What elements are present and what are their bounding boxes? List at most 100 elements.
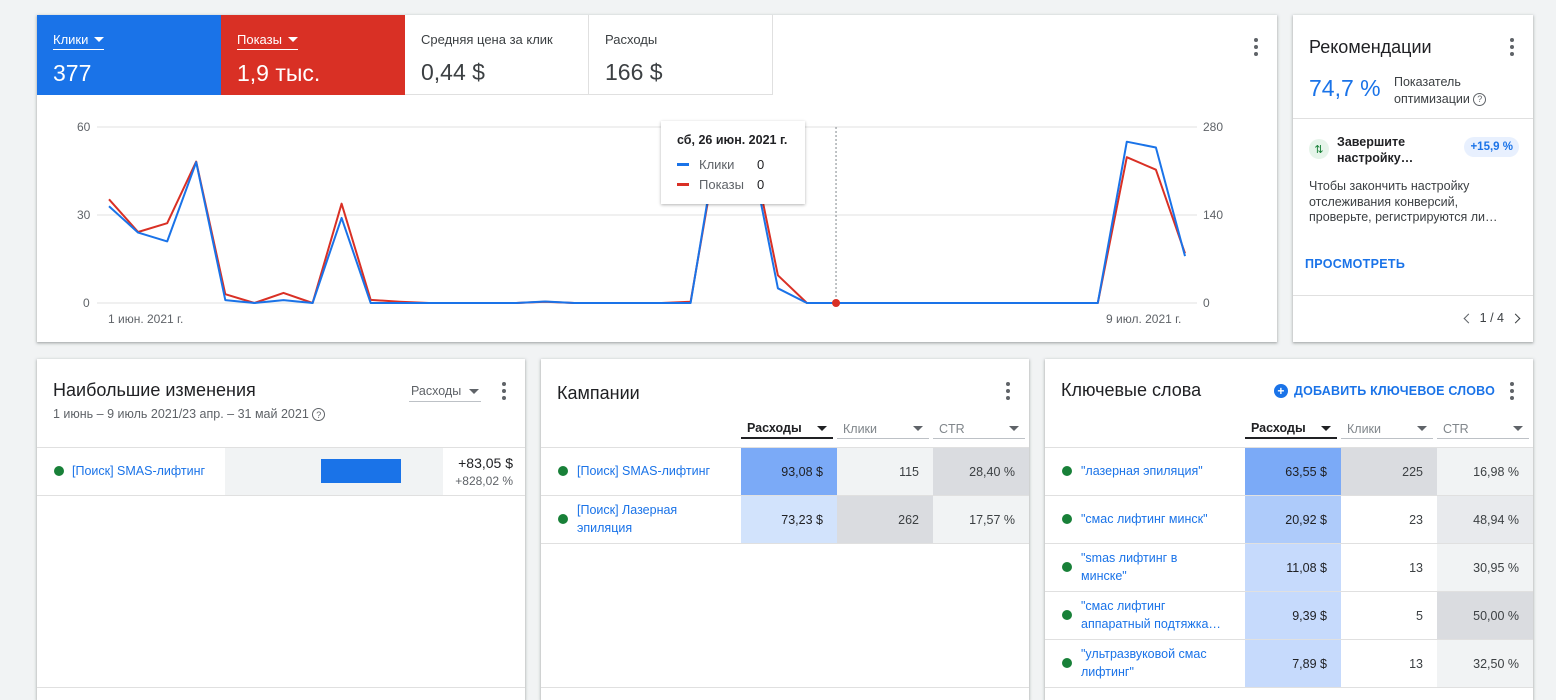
ctr-cell: 17,57 % bbox=[933, 496, 1029, 543]
ctr-cell: 48,94 % bbox=[1437, 496, 1533, 543]
keyword-link[interactable]: "smas лифтинг в минске" bbox=[1081, 549, 1177, 585]
clicks-metric-value: 377 bbox=[53, 60, 92, 86]
tooltip-impressions-row: Показы 0 bbox=[677, 177, 789, 192]
status-enabled-icon bbox=[1062, 514, 1072, 524]
chevron-right-icon[interactable] bbox=[1510, 313, 1521, 323]
campaigns-title: Кампании bbox=[557, 383, 640, 403]
change-bar bbox=[321, 459, 401, 483]
ctr-cell: 16,98 % bbox=[1437, 448, 1533, 495]
clicks-cell: 13 bbox=[1341, 640, 1437, 687]
campaign-link[interactable]: [Поиск] Лазерная эпиляция bbox=[577, 501, 677, 537]
cost-metric-tile[interactable]: Расходы 166 $ bbox=[589, 15, 773, 95]
recommendation-uplift-badge: +15,9 % bbox=[1464, 137, 1519, 157]
campaign-link[interactable]: [Поиск] SMAS-лифтинг bbox=[72, 462, 205, 480]
tooltip-impressions-value: 0 bbox=[757, 177, 765, 192]
performance-card: Клики 377 Показы 1,9 тыс. Средняя цена з… bbox=[37, 15, 1277, 342]
keyword-link[interactable]: "лазерная эпиляция" bbox=[1081, 462, 1203, 480]
clicks-metric-tile[interactable]: Клики 377 bbox=[37, 15, 221, 95]
series-line-impressions bbox=[108, 132, 1186, 304]
left-axis-tick: 60 bbox=[77, 120, 91, 134]
column-header-label: Клики bbox=[1347, 421, 1382, 436]
keyword-text-line: "smas лифтинг в bbox=[1081, 551, 1178, 565]
keyword-link[interactable]: "смас лифтинг аппаратный подтяжка… bbox=[1081, 597, 1221, 633]
divider bbox=[541, 543, 1029, 544]
column-header-cost[interactable]: Расходы bbox=[741, 419, 833, 439]
table-row[interactable]: "лазерная эпиляция" 63,55 $ 225 16,98 % bbox=[1045, 448, 1533, 495]
recommendations-card: Рекомендации 74,7 % Показатель оптимизац… bbox=[1293, 15, 1533, 342]
biggest-changes-title: Наибольшие изменения bbox=[53, 380, 256, 400]
keyword-link[interactable]: "смас лифтинг минск" bbox=[1081, 510, 1208, 528]
campaign-link[interactable]: [Поиск] SMAS-лифтинг bbox=[577, 462, 710, 480]
help-icon[interactable]: ? bbox=[1473, 93, 1487, 107]
cost-metric-value: 166 $ bbox=[605, 59, 663, 85]
column-header-ctr[interactable]: CTR bbox=[933, 419, 1025, 439]
changes-period: 1 июнь – 9 июль 2021/23 апр. – 31 май 20… bbox=[53, 407, 326, 422]
campaigns-more-menu-icon[interactable] bbox=[998, 381, 1018, 401]
clicks-metric-dropdown[interactable]: Клики bbox=[53, 32, 105, 50]
keyword-text-line: аппаратный подтяжка… bbox=[1081, 617, 1221, 631]
optimization-score: 74,7 % bbox=[1309, 75, 1381, 101]
table-row[interactable]: "смас лифтинг минск" 20,92 $ 23 48,94 % bbox=[1045, 496, 1533, 543]
add-keyword-button[interactable]: + ДОБАВИТЬ КЛЮЧЕВОЕ СЛОВО bbox=[1274, 384, 1495, 398]
score-label-line: оптимизации bbox=[1394, 92, 1470, 106]
change-delta: +83,05 $ bbox=[458, 455, 513, 471]
table-row[interactable]: "ультразвуковой смас лифтинг" 7,89 $ 13 … bbox=[1045, 640, 1533, 687]
avg-cpc-metric-value: 0,44 $ bbox=[421, 59, 485, 85]
right-axis-tick: 280 bbox=[1203, 120, 1224, 134]
optimization-score-label: Показатель оптимизации ? bbox=[1394, 74, 1487, 108]
dropdown-arrow-icon bbox=[1417, 426, 1427, 431]
campaign-name-line: [Поиск] Лазерная bbox=[577, 503, 678, 517]
tooltip-clicks-value: 0 bbox=[757, 157, 765, 172]
dropdown-arrow-icon bbox=[94, 37, 105, 42]
recommendation-description: Чтобы закончить настройку отслеживания к… bbox=[1309, 179, 1498, 224]
column-header-ctr[interactable]: CTR bbox=[1437, 419, 1529, 439]
avg-cpc-metric-tile[interactable]: Средняя цена за клик 0,44 $ bbox=[405, 15, 589, 95]
divider bbox=[541, 687, 1029, 688]
status-enabled-icon bbox=[558, 466, 568, 476]
impressions-metric-dropdown[interactable]: Показы bbox=[237, 32, 298, 50]
clicks-metric-label: Клики bbox=[53, 32, 89, 47]
cost-cell: 20,92 $ bbox=[1245, 496, 1341, 543]
table-row[interactable]: [Поиск] SMAS-лифтинг +83,05 $ +828,02 % bbox=[37, 448, 525, 495]
help-icon[interactable]: ? bbox=[312, 408, 326, 422]
recommendation-pager: 1 / 4 bbox=[1463, 311, 1521, 325]
keyword-text-line: лифтинг" bbox=[1081, 665, 1134, 679]
keyword-text-line: "смас лифтинг минск" bbox=[1081, 512, 1208, 526]
chart-more-menu-icon[interactable] bbox=[1246, 37, 1266, 57]
keywords-title: Ключевые слова bbox=[1061, 380, 1202, 400]
status-enabled-icon bbox=[1062, 658, 1072, 668]
keyword-text-line: "ультразвуковой смас bbox=[1081, 647, 1207, 661]
pager-label: 1 / 4 bbox=[1479, 311, 1504, 325]
table-row[interactable]: [Поиск] Лазерная эпиляция 73,23 $ 262 17… bbox=[541, 496, 1029, 543]
column-header-clicks[interactable]: Клики bbox=[1341, 419, 1433, 439]
recommendation-item-title[interactable]: Завершите настройку… bbox=[1337, 134, 1447, 166]
left-axis-tick: 0 bbox=[83, 296, 90, 310]
chevron-left-icon[interactable] bbox=[1463, 313, 1474, 323]
change-bar-track bbox=[225, 448, 443, 495]
dropdown-arrow-icon bbox=[469, 388, 480, 394]
ctr-cell: 28,40 % bbox=[933, 448, 1029, 495]
campaigns-card: Кампании Расходы Клики CTR [Поиск] SMAS-… bbox=[541, 359, 1029, 700]
column-header-cost[interactable]: Расходы bbox=[1245, 419, 1337, 439]
changes-metric-select-label: Расходы bbox=[411, 384, 462, 398]
impressions-metric-value: 1,9 тыс. bbox=[237, 60, 321, 86]
table-row[interactable]: "смас лифтинг аппаратный подтяжка… 9,39 … bbox=[1045, 592, 1533, 639]
table-row[interactable]: "smas лифтинг в минске" 11,08 $ 13 30,95… bbox=[1045, 544, 1533, 591]
cost-cell: 9,39 $ bbox=[1245, 592, 1341, 639]
column-header-label: Клики bbox=[843, 421, 878, 436]
table-row[interactable]: [Поиск] SMAS-лифтинг 93,08 $ 115 28,40 % bbox=[541, 448, 1029, 495]
changes-more-menu-icon[interactable] bbox=[494, 381, 514, 401]
view-recommendation-button[interactable]: ПРОСМОТРЕТЬ bbox=[1305, 257, 1405, 271]
recommendations-more-menu-icon[interactable] bbox=[1502, 37, 1522, 57]
changes-metric-select[interactable]: Расходы bbox=[409, 384, 482, 402]
keywords-more-menu-icon[interactable] bbox=[1502, 381, 1522, 401]
avg-cpc-metric-label: Средняя цена за клик bbox=[421, 32, 553, 47]
score-label-line: Показатель bbox=[1394, 75, 1461, 89]
keyword-link[interactable]: "ультразвуковой смас лифтинг" bbox=[1081, 645, 1207, 681]
tooltip-clicks-label: Клики bbox=[699, 157, 735, 172]
impressions-metric-tile[interactable]: Показы 1,9 тыс. bbox=[221, 15, 405, 95]
campaign-name-line: эпиляция bbox=[577, 521, 633, 535]
ctr-cell: 30,95 % bbox=[1437, 544, 1533, 591]
status-enabled-icon bbox=[558, 514, 568, 524]
column-header-clicks[interactable]: Клики bbox=[837, 419, 929, 439]
